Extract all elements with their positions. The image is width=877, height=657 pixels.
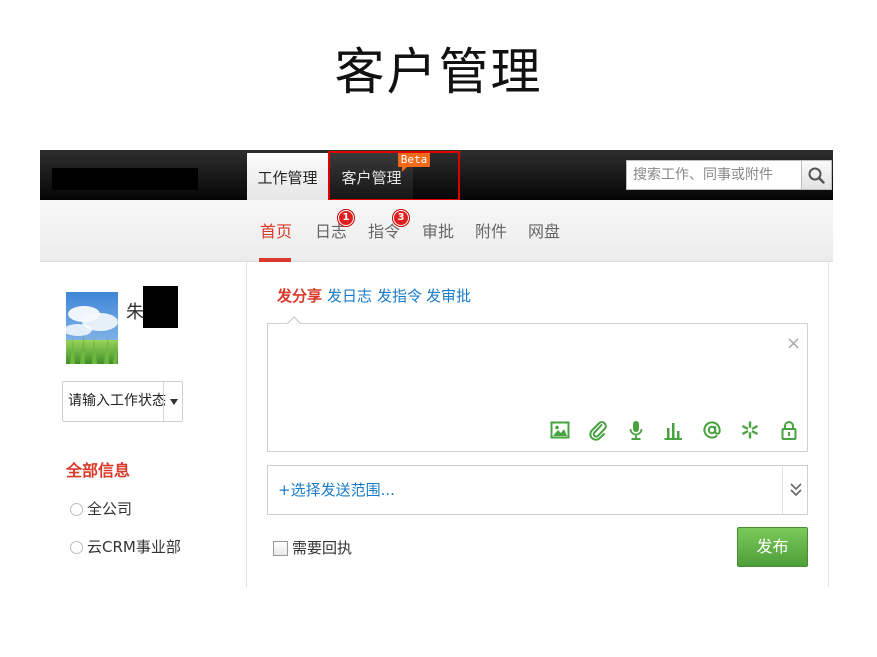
redacted-name xyxy=(143,286,178,328)
search-icon xyxy=(802,161,831,189)
radio-company[interactable] xyxy=(70,503,83,516)
send-scope-select[interactable]: +选择发送范围... xyxy=(267,465,808,515)
instruction-count-badge: 3 xyxy=(393,210,409,226)
attachment-icon[interactable] xyxy=(587,419,609,441)
user-name: 朱 xyxy=(126,301,144,325)
close-icon[interactable]: × xyxy=(786,333,801,355)
active-underline xyxy=(259,258,291,262)
search-button[interactable] xyxy=(801,160,832,190)
dropdown-arrow-icon[interactable] xyxy=(170,399,178,405)
tab-approval[interactable]: 发审批 xyxy=(426,286,471,306)
share-textarea[interactable] xyxy=(267,323,808,452)
top-navbar: 工作管理 客户管理 Beta 搜索工作、同事或附件 xyxy=(40,150,833,200)
mention-icon[interactable] xyxy=(701,419,723,441)
select-divider xyxy=(163,382,164,421)
content-right-border xyxy=(828,262,829,587)
search-input[interactable]: 搜索工作、同事或附件 xyxy=(626,160,806,190)
subnav-attachment[interactable]: 附件 xyxy=(475,220,507,244)
tab-log[interactable]: 发日志 xyxy=(327,286,372,306)
app-screenshot: 工作管理 客户管理 Beta 搜索工作、同事或附件 首页 日志 1 指令 3 审… xyxy=(40,150,833,587)
chart-icon[interactable] xyxy=(662,419,684,441)
tab-work-management[interactable]: 工作管理 xyxy=(247,153,328,200)
receipt-label[interactable]: 需要回执 xyxy=(292,538,352,558)
subnav-netdisk[interactable]: 网盘 xyxy=(528,220,560,244)
textarea-pointer-fill xyxy=(287,318,301,325)
lock-icon[interactable] xyxy=(778,419,800,441)
topic-icon[interactable] xyxy=(739,419,761,441)
redacted-logo xyxy=(52,168,198,190)
publish-button[interactable]: 发布 xyxy=(737,527,808,567)
radio-crm-dept-label[interactable]: 云CRM事业部 xyxy=(87,537,181,557)
highlight-box xyxy=(328,151,460,201)
radio-crm-dept[interactable] xyxy=(70,541,83,554)
log-count-badge: 1 xyxy=(338,210,354,226)
work-status-placeholder: 请输入工作状态 xyxy=(68,382,166,421)
avatar[interactable] xyxy=(66,292,118,364)
tab-instruction[interactable]: 发指令 xyxy=(377,286,422,306)
send-scope-label[interactable]: +选择发送范围... xyxy=(278,480,395,500)
scope-divider xyxy=(782,466,783,514)
image-icon[interactable] xyxy=(549,419,571,441)
subnav-approval[interactable]: 审批 xyxy=(422,220,454,244)
slide-title: 客户管理 xyxy=(0,42,877,102)
radio-company-label[interactable]: 全公司 xyxy=(87,499,132,519)
work-status-select[interactable]: 请输入工作状态 xyxy=(62,381,183,422)
tab-share[interactable]: 发分享 xyxy=(277,286,322,306)
subnav-home[interactable]: 首页 xyxy=(260,220,292,244)
filter-all-info[interactable]: 全部信息 xyxy=(66,460,130,482)
receipt-checkbox[interactable] xyxy=(273,541,288,556)
microphone-icon[interactable] xyxy=(625,419,647,441)
chevron-double-down-icon[interactable] xyxy=(789,482,803,498)
slide: 客户管理 工作管理 客户管理 Beta 搜索工作、同事或附件 首页 日志 1 指… xyxy=(0,0,877,657)
